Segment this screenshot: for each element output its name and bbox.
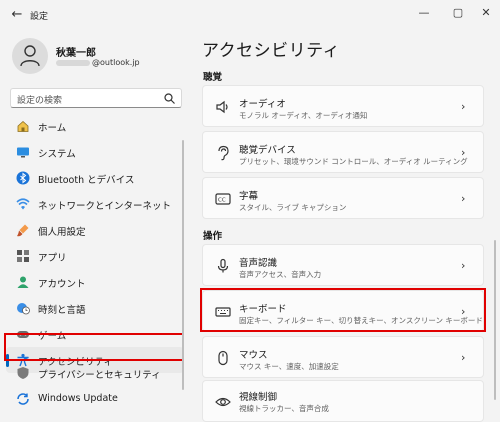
profile-name: 秋葉一郎 [56, 48, 96, 59]
chevron-right-icon: › [461, 146, 466, 159]
card-captions[interactable]: CC 字幕 スタイル、ライブ キャプション › [202, 177, 484, 219]
monitor-icon [17, 147, 29, 158]
chevron-right-icon: › [461, 351, 466, 364]
sidebar-item-apps[interactable]: アプリ [6, 243, 184, 269]
wifi-icon [16, 198, 30, 210]
card-mouse[interactable]: マウス マウス キー、速度、加速設定 › [202, 336, 484, 378]
bluetooth-icon [16, 171, 30, 185]
sidebar-item-windows-update[interactable]: Windows Update [6, 386, 184, 412]
redacted-email-part [56, 59, 90, 66]
section-heading-hearing: 聴覚 [203, 72, 223, 83]
person-icon [17, 276, 29, 288]
sidebar-item-personalization[interactable]: 個人用設定 [6, 217, 184, 243]
app-title: 設定 [30, 12, 49, 22]
maximize-icon[interactable]: ▢ [446, 4, 470, 22]
home-icon [17, 120, 29, 132]
sidebar-item-network[interactable]: ネットワークとインターネット [6, 191, 184, 217]
speaker-icon [216, 100, 228, 114]
title-bar: ← 設定 — ▢ ✕ [0, 0, 500, 32]
svg-text:CC: CC [218, 198, 226, 204]
eye-icon [215, 397, 231, 407]
section-heading-interaction: 操作 [203, 231, 223, 242]
microphone-icon [217, 258, 229, 273]
minimize-icon[interactable]: — [412, 4, 436, 22]
chevron-right-icon: › [461, 192, 466, 205]
apps-icon [17, 250, 29, 262]
person-icon [20, 45, 40, 67]
globe-clock-icon [17, 303, 30, 315]
search-input[interactable]: 設定の検索 [10, 88, 182, 108]
highlight-keyboard [200, 288, 486, 332]
back-arrow-icon[interactable]: ← [8, 6, 26, 24]
sidebar-item-privacy[interactable]: プライバシーとセキュリティ [6, 360, 184, 386]
card-eye-control[interactable]: 視線制御 視線トラッカー、音声合成 [202, 380, 484, 422]
sidebar-item-home[interactable]: ホーム [6, 113, 184, 139]
close-icon[interactable]: ✕ [474, 4, 498, 22]
card-hearing-devices[interactable]: 聴覚デバイス プリセット、環境サウンド コントロール、オーディオ ルーティング … [202, 131, 484, 173]
brush-icon [17, 224, 29, 237]
sidebar-item-time-language[interactable]: 時刻と言語 [6, 295, 184, 321]
search-placeholder: 設定の検索 [17, 96, 63, 106]
ear-icon [218, 145, 229, 161]
shield-icon [17, 367, 29, 379]
avatar[interactable] [12, 38, 48, 74]
chevron-right-icon: › [461, 259, 466, 272]
main-scrollbar[interactable] [494, 240, 496, 400]
chevron-right-icon: › [461, 100, 466, 113]
highlight-accessibility [4, 333, 184, 361]
sidebar-scrollbar[interactable] [182, 140, 184, 390]
page-title: アクセシビリティ [202, 41, 341, 61]
profile-email: @outlook.jp [56, 58, 140, 67]
sidebar-item-bluetooth[interactable]: Bluetooth とデバイス [6, 165, 184, 191]
search-icon [164, 93, 175, 104]
update-icon [17, 393, 29, 405]
sidebar-item-accounts[interactable]: アカウント [6, 269, 184, 295]
mouse-icon [218, 350, 228, 366]
card-audio[interactable]: オーディオ モノラル オーディオ、オーディオ通知 › [202, 85, 484, 127]
captions-icon: CC [215, 193, 231, 205]
sidebar-item-system[interactable]: システム [6, 139, 184, 165]
card-speech[interactable]: 音声認識 音声アクセス、音声入力 › [202, 244, 484, 286]
